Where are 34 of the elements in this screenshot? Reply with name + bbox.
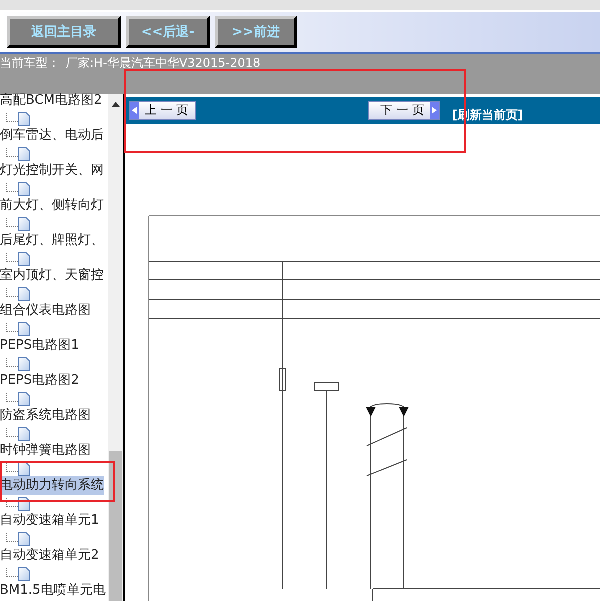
tree-item[interactable]: 自动变速箱单元2 [0, 546, 100, 565]
tree-item[interactable]: 高配BCM电路图2 [0, 91, 102, 110]
tree-item[interactable]: BM1.5电喷单元电 [0, 581, 106, 600]
document-icon [18, 252, 30, 266]
document-icon [18, 567, 30, 581]
tree-item[interactable]: 倒车雷达、电动后 [0, 126, 104, 145]
document-icon [18, 357, 30, 371]
tree-item[interactable]: 后尾灯、牌照灯、 [0, 231, 104, 250]
scrollbar-thumb[interactable] [109, 451, 122, 601]
tree-item[interactable]: 时钟弹簧电路图 [0, 441, 91, 460]
document-icon [18, 462, 30, 476]
document-icon [18, 112, 30, 126]
tree-item[interactable]: 防盗系统电路图 [0, 406, 91, 425]
document-icon [18, 392, 30, 406]
scrollbar[interactable] [108, 94, 123, 601]
tree-item[interactable]: 组合仪表电路图 [0, 301, 91, 320]
document-icon [18, 287, 30, 301]
document-icon [18, 182, 30, 196]
document-icon [18, 217, 30, 231]
document-icon [18, 322, 30, 336]
document-icon [18, 427, 30, 441]
vehicle-name: 厂家:H-华晨汽车中华V32015-2018 [66, 55, 261, 72]
tree-item[interactable]: 自动变速箱单元1 [0, 511, 100, 530]
document-icon [18, 147, 30, 161]
document-icon [18, 532, 30, 546]
tree-item[interactable]: 前大灯、侧转向灯 [0, 196, 104, 215]
next-page-button[interactable]: 下 一 页 [368, 101, 440, 120]
previous-page-button[interactable]: 上 一 页 [129, 101, 196, 120]
tree-item[interactable]: PEPS电路图2 [0, 371, 80, 390]
tree-item[interactable]: 灯光控制开关、网 [0, 161, 104, 180]
scroll-up-icon[interactable] [112, 102, 120, 107]
vehicle-label: 当前车型： [0, 55, 60, 72]
tree-item[interactable]: 室内顶灯、天窗控 [0, 266, 104, 285]
tree-item[interactable]: PEPS电路图1 [0, 336, 80, 355]
